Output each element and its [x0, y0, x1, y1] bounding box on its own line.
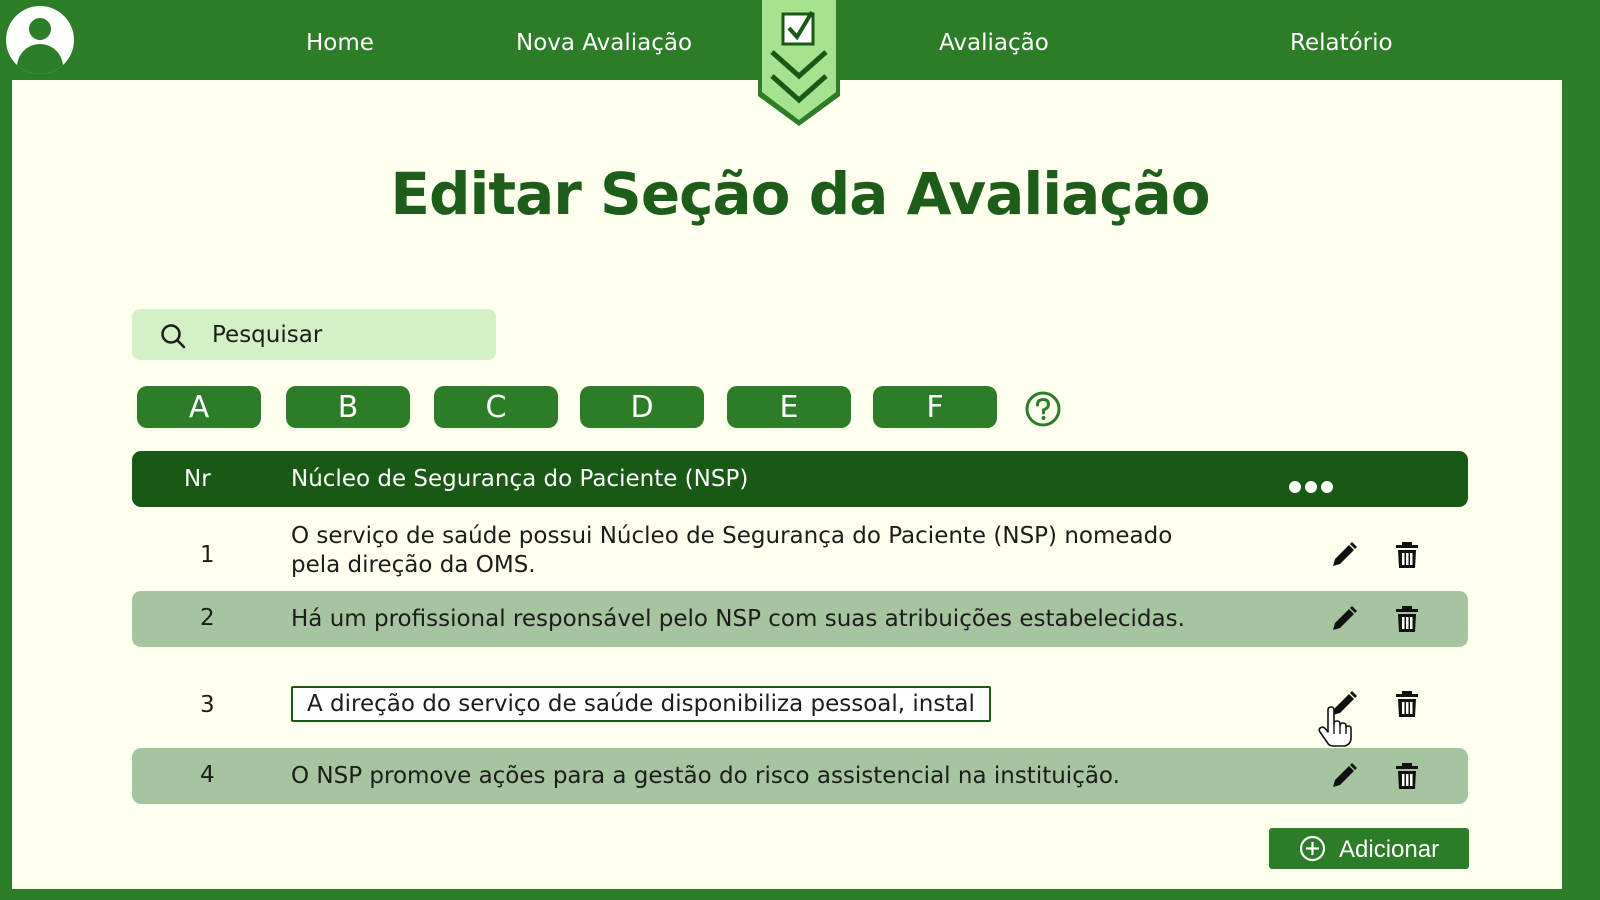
section-d-button[interactable]: D [580, 386, 704, 428]
trash-icon[interactable] [1393, 762, 1421, 790]
table-row: 2 Há um profissional responsável pelo NS… [132, 591, 1468, 647]
plus-circle-icon [1299, 835, 1326, 862]
table-header: Nr Núcleo de Segurança do Paciente (NSP) [132, 451, 1468, 507]
section-a-button[interactable]: A [137, 386, 261, 428]
hand-cursor-icon [1318, 706, 1352, 747]
table-row: 1 O serviço de saúde possui Núcleo de Se… [132, 512, 1468, 586]
section-c-button[interactable]: C [434, 386, 558, 428]
nav-home[interactable]: Home [306, 30, 374, 56]
add-button[interactable]: Adicionar [1269, 828, 1469, 869]
row-number: 1 [200, 542, 215, 568]
add-button-label: Adicionar [1339, 836, 1440, 863]
section-f-button[interactable]: F [873, 386, 997, 428]
section-e-button[interactable]: E [727, 386, 851, 428]
row-number: 2 [200, 605, 215, 631]
search-input[interactable] [210, 317, 484, 353]
row-number: 4 [200, 762, 215, 788]
trash-icon[interactable] [1393, 541, 1421, 569]
nav-nova-avaliacao[interactable]: Nova Avaliação [516, 30, 692, 56]
row-text: O serviço de saúde possui Núcleo de Segu… [291, 523, 1173, 578]
nav-avaliacao[interactable]: Avaliação [939, 30, 1049, 56]
row-text: O NSP promove ações para a gestão do ris… [291, 763, 1120, 789]
page-title: Editar Seção da Avaliação [390, 160, 1210, 228]
row-number: 3 [200, 692, 215, 718]
search-icon [161, 324, 186, 349]
trash-icon[interactable] [1393, 605, 1421, 633]
checkmark-shield-icon[interactable] [756, 0, 842, 128]
row-text: Há um profissional responsável pelo NSP … [291, 606, 1185, 632]
pencil-icon[interactable] [1330, 605, 1358, 633]
more-dots-icon[interactable] [1289, 473, 1337, 499]
trash-icon[interactable] [1393, 690, 1421, 718]
column-header-title: Núcleo de Segurança do Paciente (NSP) [291, 466, 749, 492]
question-circle-icon[interactable] [1024, 390, 1062, 428]
row-edit-input[interactable] [291, 686, 991, 722]
table-row: 4 O NSP promove ações para a gestão do r… [132, 748, 1468, 804]
section-b-button[interactable]: B [286, 386, 410, 428]
pencil-icon[interactable] [1330, 762, 1358, 790]
search-box[interactable] [132, 309, 496, 360]
column-header-nr: Nr [184, 466, 211, 492]
table-row-editing: 3 [132, 652, 1468, 744]
pencil-icon[interactable] [1330, 541, 1358, 569]
user-icon[interactable] [6, 6, 74, 74]
nav-relatorio[interactable]: Relatório [1290, 30, 1393, 56]
